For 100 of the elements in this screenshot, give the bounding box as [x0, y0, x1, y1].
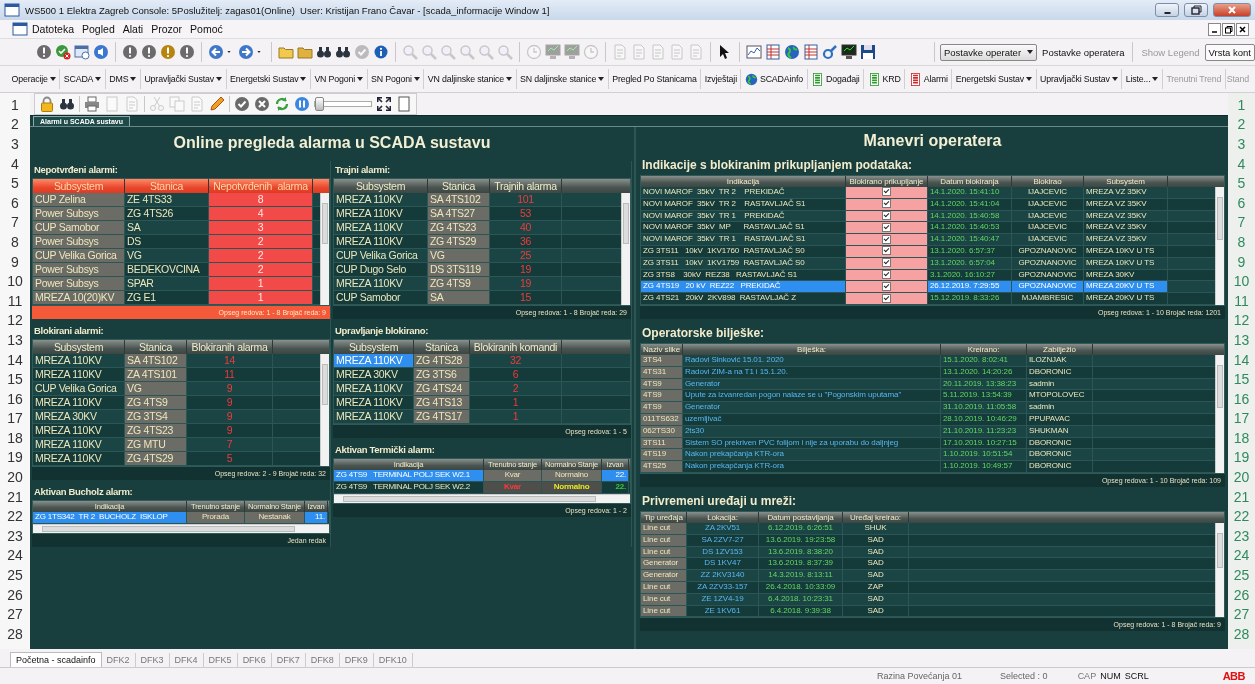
menu-button[interactable]: DMS [105, 69, 141, 89]
table-row[interactable]: NOVI MAROF 35kV TR 1 RASTAVLJAČ S1 14.1.2020. 15:40:47 IJAJCEVIC MREZA VZ 35KV [641, 234, 1215, 246]
table-row[interactable]: NOVI MAROF 35kV MP RASTAVLJAČ S1 14.1.2020. 15:40:53 IJAJCEVIC MREZA VZ 35KV [641, 222, 1215, 235]
scrollbar[interactable] [334, 494, 630, 503]
save-icon[interactable] [860, 44, 876, 60]
table-row[interactable]: MREZA 110KV ZG 4TS29 5 [33, 452, 320, 466]
checkbox[interactable] [882, 246, 891, 256]
menu-button[interactable]: Energetski Sustav [952, 69, 1037, 89]
scrollbar[interactable] [1215, 354, 1224, 473]
folder-icon[interactable] [278, 44, 294, 60]
document-tab[interactable]: DFK6 [237, 653, 272, 667]
menu-button[interactable]: VN Pogoni [310, 69, 368, 89]
document-tab[interactable]: Početna - scadainfo [10, 652, 102, 667]
checkbox[interactable] [882, 211, 891, 220]
table-row[interactable]: 4TS19 Nakon prekapčanja KTR-ora 1.10.2019. 10:51:54 DBORONIC [641, 449, 1215, 462]
checkbox[interactable] [882, 222, 891, 232]
table-row[interactable]: Power Subsys ZG 4TS26 4 [33, 207, 320, 221]
window-clock-icon[interactable] [74, 44, 90, 60]
toolbar-button[interactable]: Vrsta kont [1204, 43, 1255, 61]
menu-button[interactable]: VN daljinske stanice [424, 69, 517, 89]
table-row[interactable]: Power Subsys BEDEKOVCINA 2 [33, 263, 320, 277]
table-row[interactable]: 4TS9 Upute za izvanredan pogon nalaze se u "Pogonskim uputama" 5.11.2019. 13:54:39 MTOPOLOVEC [641, 390, 1215, 403]
toolbar-button[interactable]: KRD [864, 69, 906, 89]
table-row[interactable]: MREZA 110KV ZG 4TS9 9 [33, 396, 320, 410]
table-row[interactable]: 4TS25 Nakon prekapčanja KTR-ora 1.10.2019. 10:49:57 DBORONIC [641, 461, 1215, 473]
menu-button[interactable]: Upravljački Sustav [140, 69, 227, 89]
checkbox[interactable] [882, 269, 891, 279]
table-row[interactable]: CUP Dugo Selo DS 3TS119 19 [334, 263, 621, 277]
menu-button[interactable]: SCADA [60, 69, 106, 89]
document-tab[interactable]: DFK4 [169, 653, 204, 667]
binoculars-icon[interactable] [335, 44, 351, 60]
toolbar-button[interactable]: Postavke operatera [1039, 44, 1128, 60]
table-row[interactable]: Power Subsys DS 2 [33, 235, 320, 249]
pause-icon[interactable] [294, 96, 310, 112]
table-row[interactable]: MREZA 110KV ZA 4TS101 11 [33, 368, 320, 382]
document-tab[interactable]: DFK5 [203, 653, 238, 667]
table-row[interactable]: MREZA 110KV ZG 4TS13 1 [334, 396, 630, 410]
document-tab[interactable]: DFK2 [101, 653, 136, 667]
table-row[interactable]: CUP Samobor SA 15 [334, 291, 621, 305]
table-icon[interactable] [803, 44, 819, 60]
menu-button[interactable]: Liste... [1122, 69, 1163, 89]
checkbox[interactable] [882, 281, 891, 291]
table-row[interactable]: MREZA 110KV ZG 4TS9 19 [334, 277, 621, 291]
document-tab[interactable]: DFK7 [271, 653, 306, 667]
checkbox[interactable] [882, 199, 891, 209]
scrollbar[interactable] [1215, 522, 1224, 618]
document-tab[interactable]: DFK10 [373, 653, 413, 667]
scrollbar[interactable] [320, 354, 329, 466]
table-row[interactable]: Generator ZZ 2KV3140 14.3.2019. 8:13:11 SAD [641, 570, 1215, 582]
document-tab[interactable]: DFK9 [339, 653, 374, 667]
binoculars-icon[interactable] [59, 96, 75, 112]
refresh-icon[interactable] [274, 96, 290, 112]
table-row[interactable]: MREZA 110KV ZG 4TS23 40 [334, 221, 621, 235]
globe-icon[interactable] [784, 44, 800, 60]
restore-button[interactable] [1184, 3, 1208, 17]
menu-button[interactable]: Operacije [8, 69, 61, 89]
scrollbar[interactable] [1215, 187, 1224, 305]
table-row[interactable]: NOVI MAROF 35kV TR 2 PREKIDAČ 14.1.2020. 15:41:10 IJAJCEVIC MREZA VZ 35KV [641, 187, 1215, 199]
table-row[interactable]: ZG 4TS9 TERMINAL POLJ SEK W2.2 Kvar Normalno 22. [334, 482, 630, 494]
table-icon[interactable] [765, 44, 781, 60]
table-row[interactable]: CUP Samobor SA 3 [33, 221, 320, 235]
table-row[interactable]: CUP Velika Gorica VG 9 [33, 382, 320, 396]
table-row[interactable]: ZG 1TS342 TR 2 BUCHOLZ ISKLOP Prorada Nestanak 11. [33, 512, 329, 524]
table-row[interactable]: ZG 4TS9 TERMINAL POLJ SEK W2.1 Kvar Normalno 22. [334, 470, 630, 482]
toolbar-button[interactable]: Pregled Po Stanicama [608, 69, 702, 89]
menu-item[interactable]: Pomoć [186, 22, 227, 36]
exclamation-icon[interactable] [160, 44, 176, 60]
check-icon[interactable] [234, 96, 250, 112]
forward-icon[interactable] [238, 44, 254, 60]
table-row[interactable]: 4TS9 Generator 31.10.2019. 11:05:58 sadmin [641, 402, 1215, 414]
scrollbar[interactable] [621, 193, 630, 305]
document-tab[interactable]: DFK8 [305, 653, 340, 667]
fit-icon[interactable] [376, 96, 392, 112]
app-icon[interactable] [12, 21, 28, 37]
scrollbar[interactable] [320, 193, 329, 305]
table-row[interactable]: MREZA 110KV ZG 4TS17 1 [334, 410, 630, 424]
table-row[interactable]: CUP Zelina ZE 4TS33 8 [33, 193, 320, 207]
table-row[interactable]: MREZA 110KV SA 4TS102 14 [33, 354, 320, 368]
toolbar-button[interactable]: Izvještaji [701, 69, 742, 89]
table-row[interactable]: MREZA 110KV ZG 4TS28 32 [334, 354, 630, 368]
back-icon[interactable] [208, 44, 224, 60]
table-row[interactable]: MREZA 110KV ZG 4TS29 36 [334, 235, 621, 249]
pencil-icon[interactable] [209, 96, 225, 112]
table-row[interactable]: MREZA 110KV ZG MTU 7 [33, 438, 320, 452]
exclamation-icon[interactable] [179, 44, 195, 60]
monitor-icon[interactable] [841, 44, 857, 60]
table-row[interactable]: MREZA 110KV ZG 4TS23 9 [33, 424, 320, 438]
info-icon[interactable] [373, 44, 389, 60]
table-row[interactable]: CUP Velika Gorica VG 25 [334, 249, 621, 263]
dropdown[interactable]: Postavke operater [939, 43, 1038, 61]
table-row[interactable]: MREZA 110KV SA 4TS27 53 [334, 207, 621, 221]
speaker-icon[interactable] [93, 44, 109, 60]
exclamation-icon[interactable] [141, 44, 157, 60]
scrollbar[interactable] [33, 524, 329, 533]
exclamation-icon[interactable] [36, 44, 52, 60]
minimize-button[interactable] [1208, 22, 1221, 36]
menu-button[interactable]: SN Pogoni [367, 69, 425, 89]
toolbar-button[interactable]: Događaji [807, 69, 865, 89]
check-icon[interactable] [354, 44, 370, 60]
menu-button[interactable]: Energetski Sustav [226, 69, 311, 89]
